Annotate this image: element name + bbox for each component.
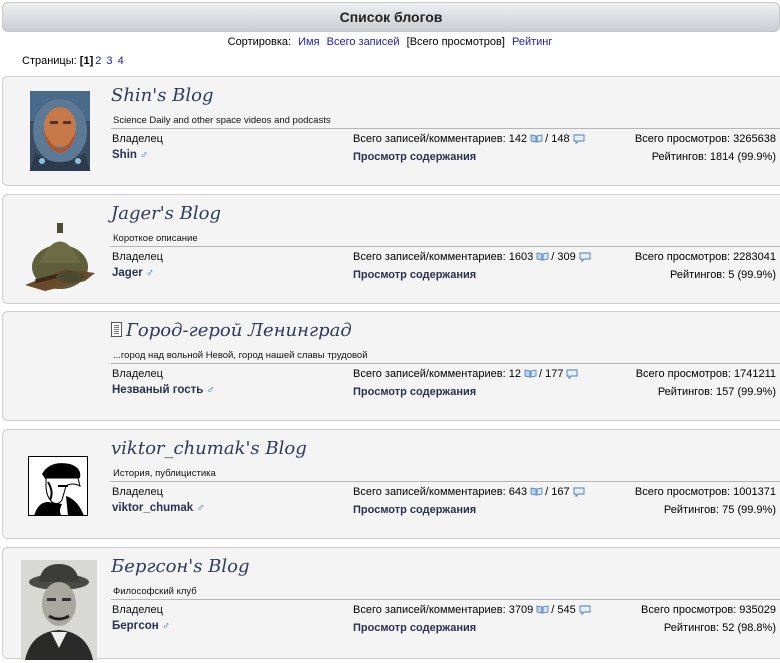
ratings: Рейтингов: 1814 (99.9%) (651, 151, 776, 163)
blog-description: Science Daily and other space videos and… (113, 115, 331, 126)
posts-comments-count: Всего записей/комментариев: 12/ 177 (353, 368, 578, 380)
posts-count: 142 (508, 133, 528, 145)
blog-title-link[interactable]: Shin's Blog (111, 85, 214, 106)
posts-comments-count: Всего записей/комментариев: 643/ 167 (353, 486, 585, 498)
comment-bubble-icon (573, 134, 585, 144)
sort-bar: Сортировка: Имя Всего записей [Всего про… (0, 36, 780, 48)
owner-label: Владелец (112, 368, 163, 380)
blog-title-link[interactable]: Jager's Blog (111, 203, 221, 224)
owner-label: Владелец (112, 133, 163, 145)
blog-description: Философский клуб (113, 586, 197, 597)
blog-title-link[interactable]: viktor_chumak's Blog (111, 438, 307, 459)
posts-comments-count: Всего записей/комментариев: 3709/ 545 (353, 604, 591, 616)
page-link-3[interactable]: 3 (106, 55, 112, 67)
owner-link[interactable]: Jager ♂ (112, 267, 154, 279)
comments-count: 309 (557, 251, 576, 263)
posts-count: 643 (508, 486, 528, 498)
owner-link[interactable]: Shin ♂ (112, 149, 148, 161)
sort-option-posts[interactable]: Всего записей (327, 36, 400, 48)
comments-count: 148 (551, 133, 570, 145)
comments-count: 177 (545, 368, 564, 380)
view-content-link[interactable]: Просмотр содержания (353, 504, 476, 516)
owner-label: Владелец (112, 604, 163, 616)
comment-bubble-icon (567, 369, 578, 379)
blog-title-link[interactable]: Бергсон's Blog (111, 556, 250, 577)
feed-icon (111, 322, 122, 337)
view-content-link[interactable]: Просмотр содержания (353, 269, 476, 281)
owner-link[interactable]: Бергсон ♂ (112, 620, 170, 632)
total-views: Всего просмотров: 935029 (641, 604, 776, 616)
sort-option-name[interactable]: Имя (298, 36, 319, 48)
blog-card: Shin's Blog Science Daily and other space… (2, 76, 780, 186)
pagination: Страницы: [1] 2 3 4 (22, 55, 124, 67)
book-icon (524, 369, 537, 378)
blog-card: Jager's Blog Короткое описание Владелец Jag… (2, 194, 780, 304)
total-views: Всего просмотров: 2283041 (634, 251, 776, 263)
posts-comments-count: Всего записей/комментариев: 142/ 148 (353, 133, 585, 145)
pagination-label: Страницы: (22, 55, 77, 67)
divider (111, 363, 780, 364)
total-views: Всего просмотров: 1001371 (634, 486, 776, 498)
ratings: Рейтингов: 75 (99.9%) (663, 504, 776, 516)
comment-bubble-icon (579, 605, 591, 615)
page-title: Список блогов (2, 2, 780, 32)
male-icon: ♂ (161, 620, 170, 632)
owner-link[interactable]: Незваный гость ♂ (112, 384, 215, 396)
posts-count: 12 (508, 368, 521, 380)
astronaut-avatar[interactable] (30, 91, 90, 171)
blog-card: viktor_chumak's Blog История, публицистик… (2, 429, 780, 539)
book-icon (530, 134, 543, 143)
view-content-link[interactable]: Просмотр содержания (353, 622, 476, 634)
page-current: [1] (79, 55, 94, 67)
male-icon: ♂ (139, 149, 149, 161)
comment-bubble-icon (579, 252, 591, 262)
sort-option-views-selected[interactable]: [Всего просмотров] (407, 36, 505, 48)
divider (111, 599, 780, 600)
blog-description: Короткое описание (113, 233, 198, 244)
sort-option-rating[interactable]: Рейтинг (512, 36, 552, 48)
blog-card: Бергсон's Blog Философский клуб Владелец Бе… (2, 547, 780, 660)
blog-card: Город-герой Ленинград ...город над вольно… (2, 311, 780, 421)
blog-title-link[interactable]: Город-герой Ленинград (111, 320, 352, 341)
owner-link[interactable]: viktor_chumak ♂ (112, 502, 204, 514)
posts-count: 1603 (508, 251, 534, 263)
blog-description: История, публицистика (113, 468, 216, 479)
male-icon: ♂ (196, 502, 205, 514)
comments-count: 545 (557, 604, 576, 616)
divider (111, 128, 780, 129)
book-icon (536, 605, 549, 614)
helmet-avatar[interactable] (25, 215, 95, 295)
book-icon (530, 487, 543, 496)
view-content-link[interactable]: Просмотр содержания (353, 151, 476, 163)
male-icon: ♂ (206, 384, 215, 396)
total-views: Всего просмотров: 3265638 (634, 133, 776, 145)
divider (111, 481, 780, 482)
page-link-4[interactable]: 4 (118, 55, 124, 67)
total-views: Всего просмотров: 1741211 (635, 368, 776, 380)
ratings: Рейтингов: 5 (99.9%) (670, 269, 776, 281)
page-link-2[interactable]: 2 (95, 55, 101, 67)
vintage-portrait-avatar[interactable] (21, 560, 97, 660)
posts-comments-count: Всего записей/комментариев: 1603/ 309 (353, 251, 591, 263)
book-icon (536, 252, 549, 261)
ratings: Рейтингов: 52 (98.8%) (663, 622, 776, 634)
owner-label: Владелец (112, 486, 163, 498)
blog-description: ...город над вольной Невой, город нашей … (113, 350, 368, 361)
male-icon: ♂ (145, 267, 154, 279)
comments-count: 167 (551, 486, 570, 498)
owner-label: Владелец (112, 251, 163, 263)
sort-label: Сортировка: (227, 36, 292, 48)
view-content-link[interactable]: Просмотр содержания (353, 386, 476, 398)
divider (111, 246, 780, 247)
ratings: Рейтингов: 157 (99.9%) (657, 386, 776, 398)
stencil-portrait-avatar[interactable] (28, 456, 88, 516)
posts-count: 3709 (508, 604, 534, 616)
comment-bubble-icon (573, 487, 585, 497)
